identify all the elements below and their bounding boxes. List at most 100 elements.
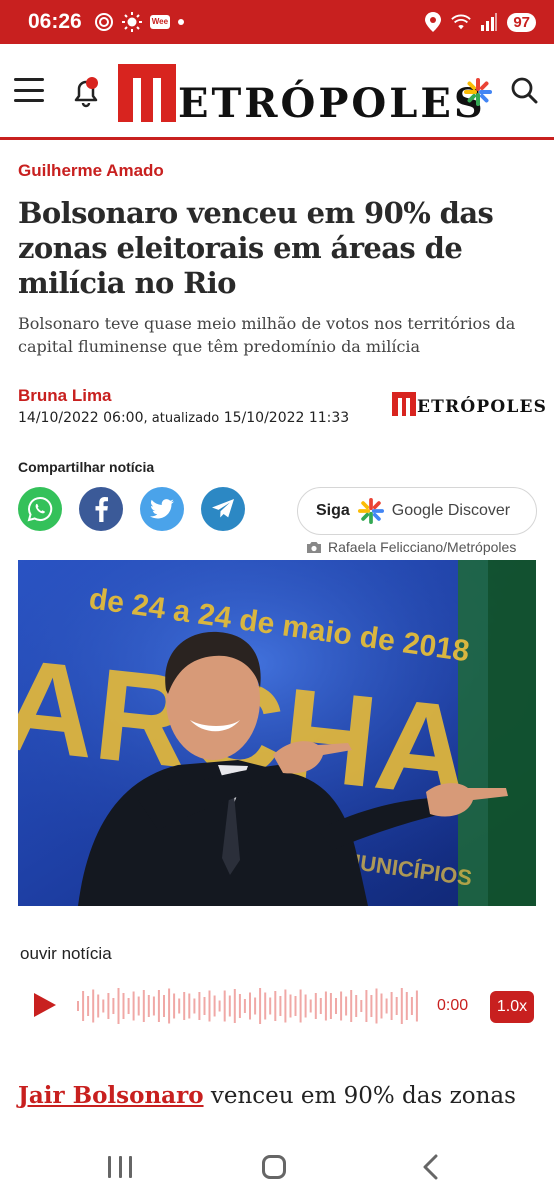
waveform-bar [77, 1001, 79, 1011]
status-icons-right: 97 [423, 12, 536, 32]
waveform-bar [380, 993, 383, 1019]
discover-follow-label: Siga [316, 502, 350, 519]
article-headline: Bolsonaro venceu em 90% das zonas eleito… [18, 196, 494, 300]
status-time: 06:26 [28, 10, 82, 33]
waveform-bar [249, 992, 251, 1020]
waveform-bar [279, 996, 282, 1016]
share-facebook-button[interactable] [79, 487, 123, 531]
audio-time: 0:00 [437, 997, 469, 1014]
battery-indicator: 97 [507, 12, 536, 32]
sun-icon [121, 12, 142, 32]
bell-icon[interactable] [72, 76, 100, 108]
author-name[interactable]: Bruna Lima [18, 386, 112, 406]
article-subhead: Bolsonaro teve quase meio milhão de voto… [18, 314, 516, 356]
waveform-bar [400, 988, 403, 1024]
play-icon[interactable] [30, 990, 58, 1020]
waveform-bar [355, 995, 358, 1017]
waveform-bar [137, 996, 140, 1016]
search-icon[interactable] [510, 76, 538, 104]
signal-icon [479, 12, 499, 32]
waveform-bar [213, 995, 216, 1017]
share-whatsapp-button[interactable] [18, 487, 62, 531]
waveform-bar [117, 988, 120, 1024]
waveform-bar [168, 988, 171, 1024]
waveform-bar [243, 999, 246, 1013]
waveform-bar [375, 988, 378, 1024]
waveform-bar [87, 996, 90, 1016]
column-name[interactable]: Guilherme Amado [18, 161, 164, 181]
waveform-bar [188, 993, 191, 1019]
photo-illustration: de 24 a 24 de maio de 2018 ARCHA DOS MUN… [18, 560, 536, 906]
waveform-bar [304, 994, 307, 1018]
photo-credit: Rafaela Felicciano/Metrópoles [306, 539, 516, 555]
waveform-bar [370, 995, 373, 1017]
published-date: 14/10/2022 06:00 [18, 410, 144, 426]
menu-button[interactable] [14, 78, 44, 102]
back-icon[interactable] [420, 1154, 440, 1180]
body-text-continuation: venceu em 90% das zonas [203, 1083, 516, 1109]
waveform-bar [142, 990, 145, 1022]
waveform-bar [345, 996, 348, 1016]
source-logo-mark [392, 392, 416, 416]
site-header: ETRÓPOLES [0, 44, 554, 140]
site-logo[interactable]: ETRÓPOLES [118, 62, 486, 124]
notification-dot-icon [178, 19, 185, 25]
waveform-bar [254, 997, 257, 1015]
article-photo[interactable]: de 24 a 24 de maio de 2018 ARCHA DOS MUN… [18, 560, 536, 906]
news-app-icon: Wee [149, 15, 171, 29]
waveform-bar [218, 1000, 221, 1012]
waveform-bar [157, 990, 160, 1022]
waveform-bar [309, 999, 312, 1013]
menu-line [14, 99, 44, 102]
follow-google-discover-button[interactable]: Siga Google Discover [297, 487, 537, 535]
dateline: 14/10/2022 06:00, atualizado 15/10/2022 … [18, 410, 350, 426]
waveform-bar [102, 999, 105, 1013]
waveform-bar [365, 990, 368, 1022]
waveform-bar [198, 992, 201, 1020]
audio-label: ouvir notícia [20, 944, 112, 963]
recent-bar [118, 1156, 122, 1178]
waveform-bar [112, 998, 115, 1014]
waveform-bar [152, 996, 155, 1016]
google-discover-icon[interactable] [464, 78, 492, 106]
logo-m-mark [118, 64, 176, 122]
waveform-bar [223, 990, 226, 1022]
waveform-bar [193, 998, 196, 1014]
recent-bar [129, 1156, 132, 1178]
share-telegram-button[interactable] [201, 487, 245, 531]
waveform-bar [269, 997, 272, 1015]
share-label: Compartilhar notícia [18, 459, 155, 475]
waveform-bar [350, 990, 353, 1022]
status-bar: 06:26 Wee 97 [0, 0, 554, 44]
source-logo: ETRÓPOLES [392, 390, 547, 416]
target-icon [94, 12, 114, 32]
body-link-jair-bolsonaro[interactable]: Jair Bolsonaro [18, 1082, 204, 1109]
updated-date: 15/10/2022 11:33 [223, 410, 350, 426]
waveform-bar [228, 995, 231, 1017]
whatsapp-icon [27, 496, 53, 522]
waveform-bar [147, 995, 150, 1017]
status-icons-left: Wee [94, 12, 185, 32]
waveform-bar [173, 993, 176, 1019]
waveform-bar [294, 996, 297, 1016]
waveform-bar [395, 997, 398, 1015]
waveform-bar [385, 998, 388, 1014]
menu-line [14, 78, 44, 81]
location-icon [423, 12, 443, 32]
share-twitter-button[interactable] [140, 487, 184, 531]
waveform-bar [390, 992, 393, 1020]
photo-credit-text: Rafaela Felicciano/Metrópoles [328, 539, 517, 555]
waveform-bar [122, 993, 125, 1019]
google-discover-icon [357, 498, 384, 524]
home-icon[interactable] [262, 1155, 286, 1179]
waveform-bar [92, 989, 95, 1023]
waveform-bar [183, 992, 186, 1020]
recent-apps-icon[interactable] [108, 1156, 132, 1178]
waveform-bar [329, 993, 332, 1019]
audio-waveform[interactable] [76, 988, 420, 1024]
system-nav-bar [0, 1136, 554, 1200]
playback-speed-button[interactable]: 1.0x [490, 991, 534, 1023]
waveform-bar [335, 998, 337, 1014]
waveform-bar [405, 992, 408, 1020]
waveform-bar [314, 993, 317, 1019]
